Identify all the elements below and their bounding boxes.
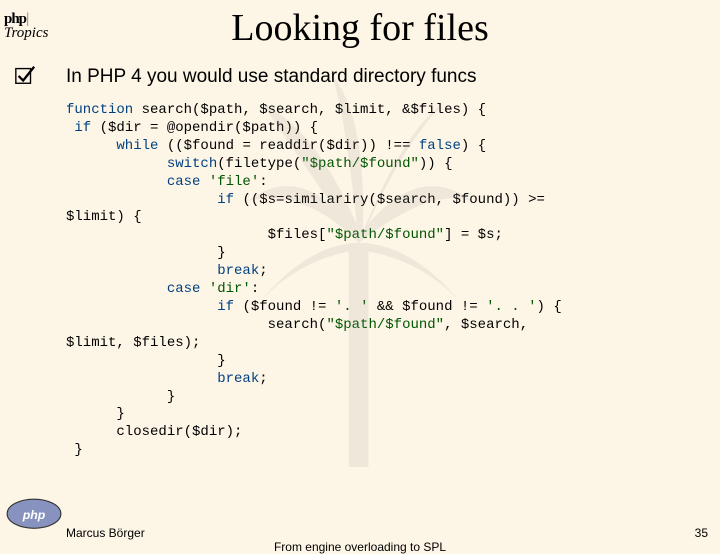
footer-title: From engine overloading to SPL bbox=[0, 540, 720, 554]
logo-tropics: Tropics bbox=[4, 25, 48, 42]
footer-author: Marcus Börger bbox=[66, 526, 145, 540]
svg-text:php: php bbox=[22, 508, 46, 522]
slide-title: Looking for files bbox=[0, 6, 720, 50]
bullet-text: In PHP 4 you would use standard director… bbox=[66, 66, 720, 88]
check-icon bbox=[14, 64, 36, 86]
code-block: function search($path, $search, $limit, … bbox=[66, 102, 720, 460]
tropics-logo: php| Tropics bbox=[4, 10, 48, 42]
footer-page: 35 bbox=[695, 526, 708, 540]
php-logo-icon: php bbox=[6, 498, 62, 530]
